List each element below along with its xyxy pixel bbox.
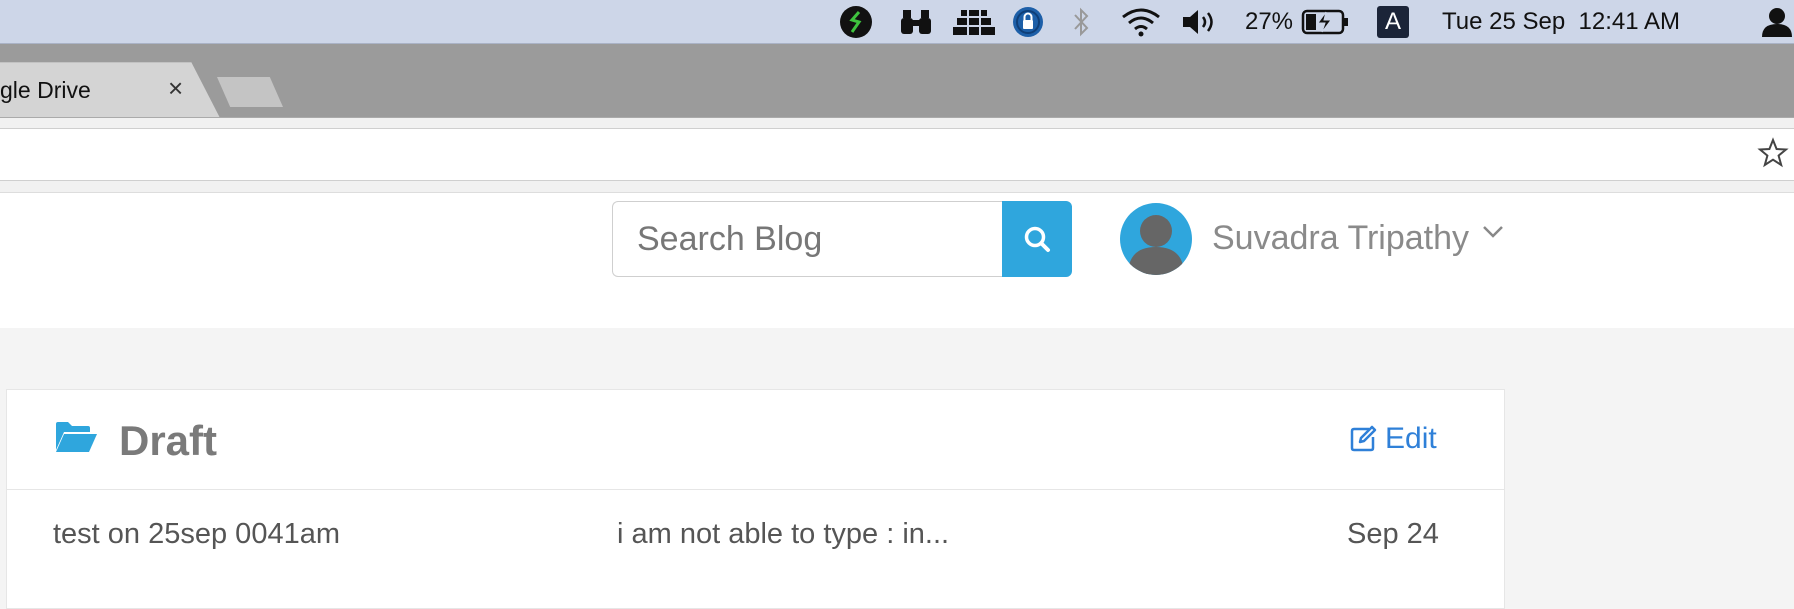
battery-percentage: 27% — [1244, 8, 1294, 35]
page-header: Suvadra Tripathy — [0, 192, 1794, 328]
user-name[interactable]: Suvadra Tripathy — [1212, 219, 1469, 258]
stack-icon[interactable] — [952, 0, 996, 44]
wifi-icon[interactable] — [1118, 0, 1164, 44]
edit-link[interactable]: Edit — [1349, 422, 1437, 456]
draft-card: Draft Edit test on 25sep 0041am i am not… — [6, 389, 1505, 609]
draft-row[interactable]: test on 25sep 0041am i am not able to ty… — [7, 490, 1504, 580]
tab-title: gle Drive — [0, 77, 91, 103]
edit-label: Edit — [1385, 422, 1437, 455]
browser-tab-google-drive[interactable]: gle Drive × — [0, 62, 220, 118]
search-icon — [1024, 226, 1050, 252]
browser-tab-strip: gle Drive × — [0, 44, 1794, 118]
bookmark-star-icon[interactable] — [1757, 137, 1789, 174]
sketchbook-icon[interactable] — [838, 0, 874, 44]
folder-open-icon — [54, 420, 98, 459]
menubar-clock[interactable]: Tue 25 Sep 12:41 AM — [1442, 0, 1732, 44]
bluetooth-icon[interactable] — [1066, 0, 1096, 44]
address-bar[interactable] — [0, 128, 1794, 181]
password-lock-icon[interactable] — [1010, 0, 1046, 44]
search-button[interactable] — [1002, 201, 1072, 277]
volume-icon[interactable] — [1180, 0, 1220, 44]
draft-post-date: Sep 24 — [1347, 518, 1439, 550]
edit-icon — [1350, 425, 1377, 452]
new-tab-button[interactable] — [217, 77, 283, 107]
browser-toolbar — [0, 117, 1794, 192]
draft-card-header: Draft Edit — [7, 390, 1504, 490]
input-source-label: A — [1377, 6, 1409, 38]
draft-post-title[interactable]: test on 25sep 0041am — [53, 518, 340, 551]
draft-title: Draft — [119, 417, 218, 464]
battery-charging-icon[interactable] — [1300, 0, 1350, 44]
avatar[interactable] — [1120, 203, 1192, 275]
user-icon[interactable] — [1760, 0, 1794, 44]
binoculars-icon[interactable] — [898, 0, 934, 44]
macos-menu-bar: 27% A Tue 25 Sep 12:41 AM — [0, 0, 1794, 44]
tab-close-icon[interactable]: × — [168, 73, 183, 104]
draft-post-excerpt: i am not able to type : in... — [617, 518, 950, 550]
chevron-down-icon[interactable] — [1482, 225, 1504, 244]
search-blog-input[interactable] — [612, 201, 1003, 277]
input-source-icon[interactable]: A — [1376, 0, 1410, 44]
